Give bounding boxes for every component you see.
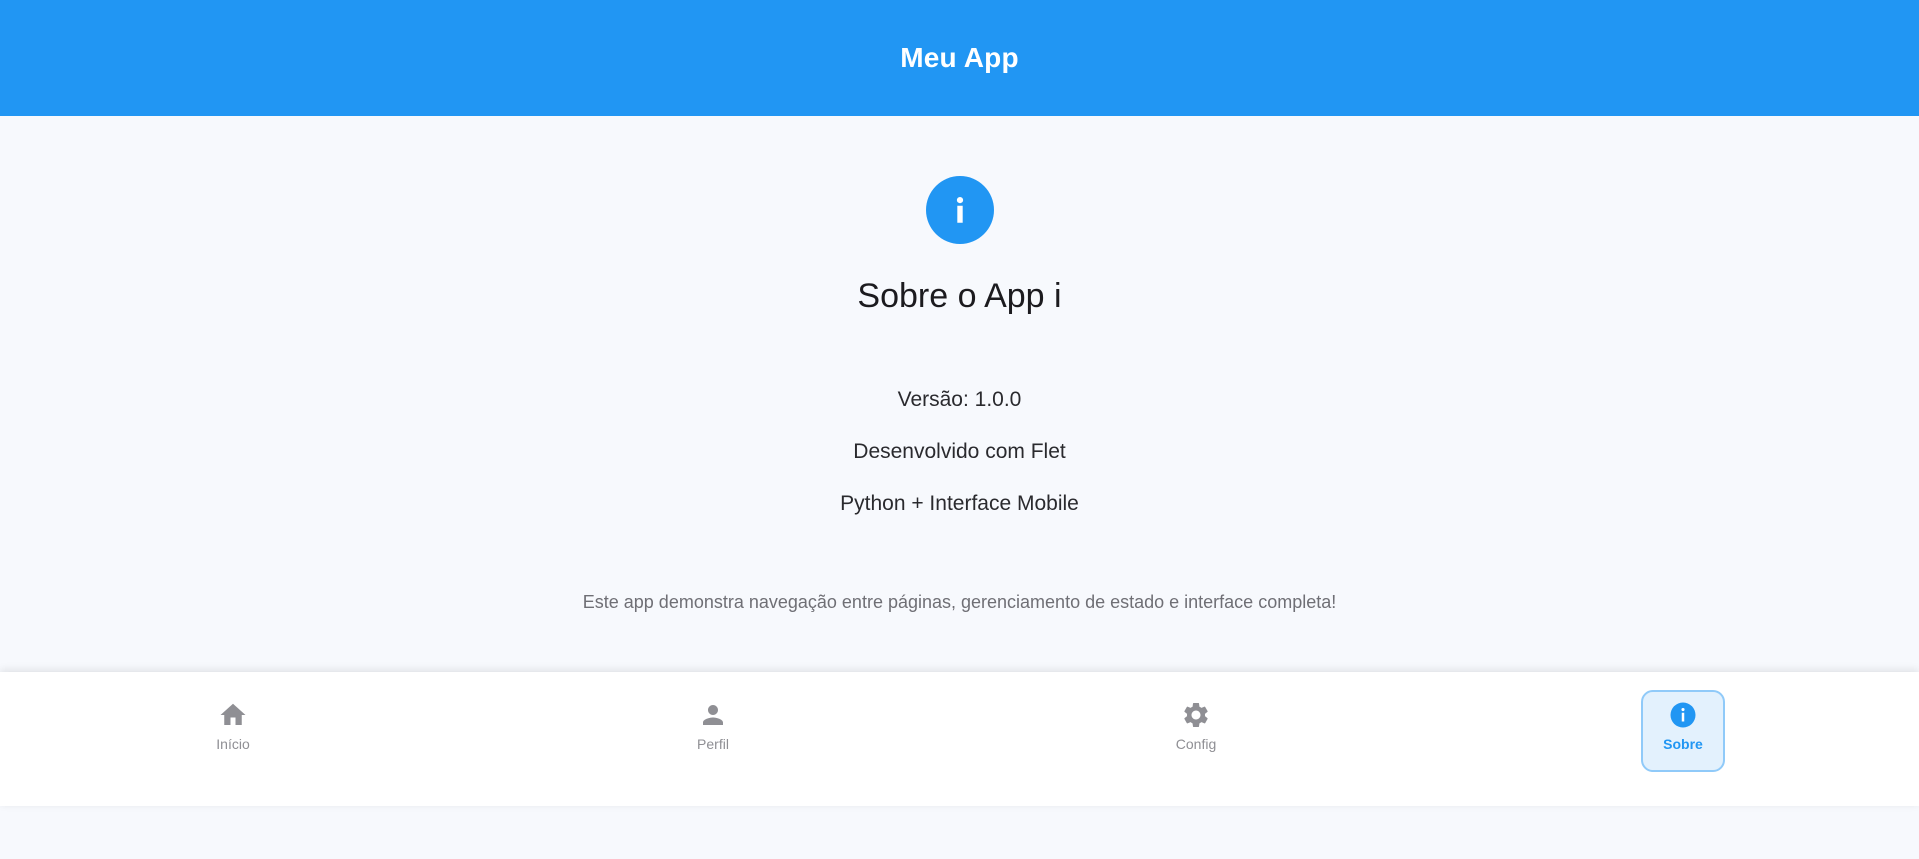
nav-item-label: Config (1175, 736, 1217, 752)
page-title: Sobre o App i (857, 277, 1062, 315)
app-title: Meu App (900, 42, 1019, 73)
nav-item-config[interactable]: Config (1154, 690, 1238, 772)
nav-item-label: Sobre (1663, 736, 1703, 752)
version-text: Versão: 1.0.0 (897, 388, 1022, 411)
stack-text: Python + Interface Mobile (840, 492, 1079, 515)
app-bar: Meu App (0, 0, 1919, 116)
person-icon (698, 700, 728, 730)
developed-with-text: Desenvolvido com Flet (853, 440, 1066, 463)
nav-item-inicio[interactable]: Início (191, 690, 275, 772)
nav-item-perfil[interactable]: Perfil (671, 690, 755, 772)
home-icon (218, 700, 248, 730)
info-icon (926, 176, 994, 244)
about-page: Sobre o App i Versão: 1.0.0 Desenvolvido… (0, 116, 1919, 672)
description-text: Este app demonstra navegação entre págin… (582, 592, 1337, 612)
nav-item-label: Perfil (697, 736, 729, 752)
nav-item-label: Início (216, 736, 250, 752)
bottom-navigation: Início Perfil Config Sobre (0, 672, 1919, 806)
nav-item-sobre[interactable]: Sobre (1641, 690, 1725, 772)
gear-icon (1181, 700, 1211, 730)
info-icon (1668, 700, 1698, 730)
